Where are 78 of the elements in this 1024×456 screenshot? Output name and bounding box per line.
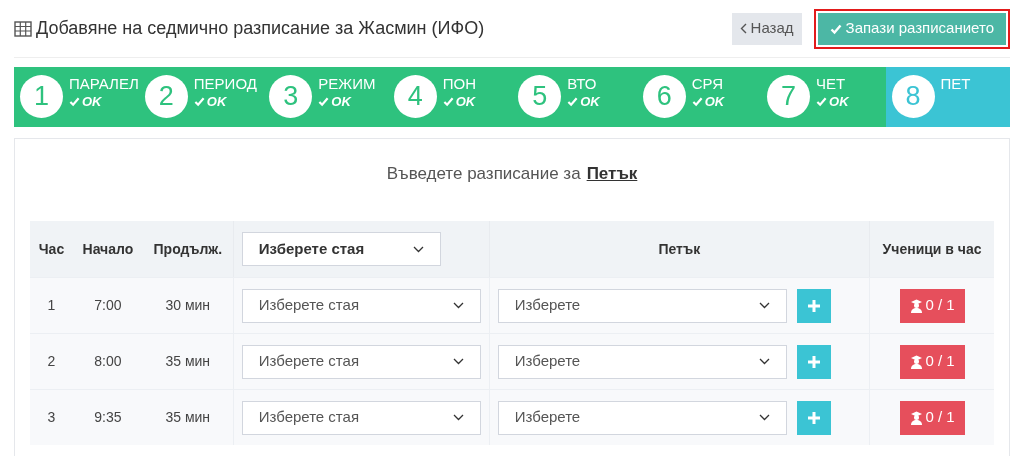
table-cell-text: 2 [46, 352, 57, 371]
step-status: OK [691, 93, 725, 110]
step-label: ПОН [442, 75, 476, 94]
student-graduate-icon [909, 354, 923, 369]
page-title: Добавяне на седмично разписание за Жасмин (ИФО) [36, 17, 485, 40]
students-count-button[interactable]: 0 / 1 [899, 344, 965, 379]
chevron-down-icon [758, 302, 770, 309]
table-grid-icon [14, 20, 32, 37]
table-cell-text: 9:35 [93, 408, 123, 427]
plus-icon [806, 354, 821, 369]
check-icon [69, 96, 80, 108]
back-button[interactable]: Назад [731, 12, 802, 45]
dropdown-select[interactable]: Изберете [497, 344, 787, 379]
day-name: Петък [586, 163, 638, 186]
step-label: ЧЕТ [816, 75, 847, 94]
prompt-text: Въведете разписание за [386, 163, 581, 186]
step-number: 1 [20, 75, 63, 118]
check-icon [318, 96, 330, 108]
check-icon [567, 96, 579, 108]
step-number: 3 [269, 75, 313, 118]
step-number: 2 [144, 75, 188, 118]
save-button[interactable]: Запази разписанието [817, 12, 1006, 45]
step-number: 7 [767, 75, 811, 118]
step-label: ПЕТ [940, 75, 971, 94]
add-button[interactable] [796, 400, 831, 435]
dropdown-select[interactable]: Изберете [497, 400, 787, 435]
step-status: OK [318, 93, 376, 110]
step-label: ВТО [567, 75, 598, 94]
dropdown-select[interactable]: Изберете стая [241, 288, 481, 323]
chevron-down-icon [452, 302, 464, 309]
dropdown-select[interactable]: Изберете стая [241, 344, 481, 379]
step-number: 6 [642, 75, 686, 118]
table-cell-text: 8:00 [93, 352, 123, 371]
students-count-button[interactable]: 0 / 1 [899, 288, 965, 323]
chevron-down-icon [758, 358, 770, 365]
table-cell-text: 35 мин [164, 408, 212, 427]
student-graduate-icon [909, 410, 923, 425]
step-status: OK [69, 93, 139, 110]
add-button[interactable] [796, 344, 831, 379]
chevron-down-icon [452, 414, 464, 421]
wizard-step[interactable]: 8 ПЕТ [885, 67, 1010, 127]
table-cell-text: 3 [46, 408, 57, 427]
plus-icon [806, 410, 821, 425]
check-icon [442, 96, 454, 108]
step-number: 8 [891, 75, 935, 118]
step-label: ПАРАЛЕЛ [69, 75, 139, 94]
dropdown-select[interactable]: Изберете [497, 288, 787, 323]
table-cell-text: 1 [46, 296, 57, 315]
student-graduate-icon [909, 298, 923, 313]
plus-icon [806, 298, 821, 313]
table-cell-text: 30 мин [164, 296, 212, 315]
step-status: OK [816, 93, 849, 110]
check-icon [691, 96, 703, 108]
step-label: ПЕРИОД [193, 75, 257, 94]
column-header: Продълж. [152, 239, 224, 259]
step-number: 5 [518, 75, 562, 118]
chevron-down-icon [452, 358, 464, 365]
step-status: OK [193, 93, 257, 110]
table-cell-text: 7:00 [93, 296, 123, 315]
check-icon [829, 22, 842, 35]
table-cell-text: 35 мин [164, 352, 212, 371]
column-header: Начало [81, 239, 135, 259]
step-number: 4 [393, 75, 437, 118]
chevron-left-icon [739, 23, 747, 34]
column-header: Петък [657, 239, 702, 259]
column-header: Час [37, 239, 66, 259]
step-status: OK [567, 93, 600, 110]
chevron-down-icon [412, 245, 424, 253]
dropdown-select[interactable]: Изберете стая [241, 232, 441, 266]
dropdown-select[interactable]: Изберете стая [241, 400, 481, 435]
add-button[interactable] [796, 288, 831, 323]
step-label: СРЯ [691, 75, 724, 94]
step-label: РЕЖИМ [318, 75, 376, 94]
chevron-down-icon [758, 414, 770, 421]
check-icon [193, 96, 205, 108]
students-count-button[interactable]: 0 / 1 [899, 400, 965, 435]
step-status: OK [442, 93, 476, 110]
check-icon [816, 96, 828, 108]
